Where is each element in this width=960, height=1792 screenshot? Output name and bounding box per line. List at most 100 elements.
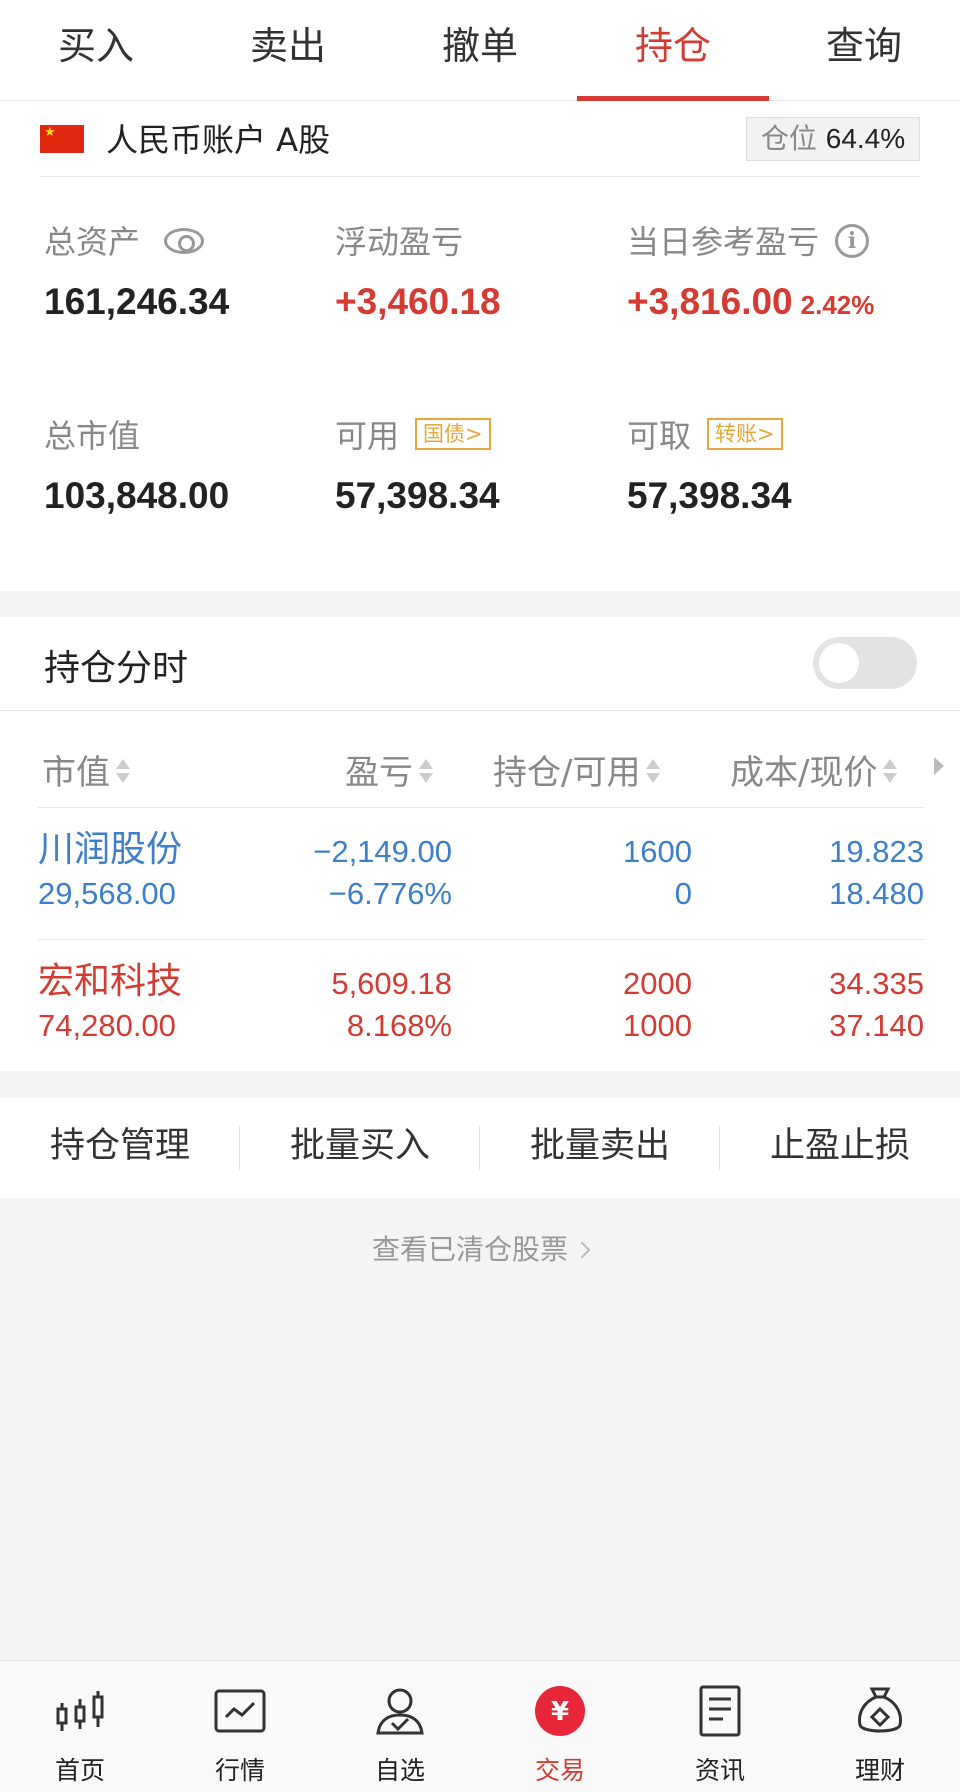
daily-pl-stat: 当日参考盈亏 i +3,816.00 2.42% xyxy=(627,217,874,323)
column-label: 盈亏 xyxy=(345,753,413,793)
withdrawable-value: 57,398.34 xyxy=(627,475,792,516)
nav-trade[interactable]: ¥ 交易 xyxy=(480,1661,640,1792)
line-chart-icon xyxy=(214,1689,266,1733)
floating-pl-stat: 浮动盈亏 +3,460.18 xyxy=(335,217,501,323)
batch-sell-button[interactable]: 批量卖出 xyxy=(480,1098,720,1198)
column-profit-loss[interactable]: 盈亏 xyxy=(345,745,433,794)
stock-cost: 19.823 xyxy=(829,834,924,869)
market-value-value: 103,848.00 xyxy=(44,475,230,516)
daily-pl-percent: 2.42% xyxy=(800,290,875,320)
nav-label: 理财 xyxy=(854,1756,905,1785)
nav-market[interactable]: 行情 xyxy=(160,1661,320,1792)
stock-pl: −2,149.00 xyxy=(313,834,452,869)
available-value: 57,398.34 xyxy=(335,475,500,516)
holdings-header: 持仓分时 xyxy=(0,617,960,711)
user-icon xyxy=(376,1688,424,1735)
tab-sell[interactable]: 卖出 xyxy=(192,0,384,101)
stock-price: 18.480 xyxy=(829,876,924,911)
total-assets-value: 161,246.34 xyxy=(44,281,230,322)
available-label: 可用 xyxy=(335,417,400,455)
candlestick-icon xyxy=(56,1691,104,1731)
market-value-stat: 总市值 103,848.00 xyxy=(44,411,229,517)
stock-available: 0 xyxy=(674,876,692,911)
position-label: 仓位 xyxy=(760,122,817,155)
market-value-label: 总市值 xyxy=(44,417,141,455)
column-holding-available[interactable]: 持仓/可用 xyxy=(493,745,661,794)
column-label: 持仓/可用 xyxy=(493,753,641,793)
sort-icon xyxy=(116,757,130,787)
stock-pl-percent: 8.168% xyxy=(346,1008,452,1043)
tab-query[interactable]: 查询 xyxy=(768,0,960,101)
nav-wealth[interactable]: 理财 xyxy=(800,1661,960,1792)
account-summary: 人民币账户 A股 仓位 64.4% 总资产 161,246.34 浮动盈亏 +3… xyxy=(0,101,960,591)
stock-pl: 5,609.18 xyxy=(331,966,452,1001)
nav-label: 资讯 xyxy=(694,1756,745,1785)
daily-pl-label: 当日参考盈亏 xyxy=(627,223,820,261)
bottom-navigation: 首页 行情 自选 ¥ 交易 资讯 理财 xyxy=(0,1660,960,1792)
stock-price: 37.140 xyxy=(829,1008,924,1043)
stock-pl-percent: −6.776% xyxy=(328,876,452,911)
holdings-title: 持仓分时 xyxy=(44,648,189,689)
stock-market-value: 74,280.00 xyxy=(38,1008,176,1043)
nav-label: 行情 xyxy=(214,1756,265,1785)
floating-pl-label: 浮动盈亏 xyxy=(335,223,464,261)
account-name: 人民币账户 A股 xyxy=(106,121,331,159)
position-value: 64.4% xyxy=(825,123,906,154)
sort-icon xyxy=(419,757,433,787)
position-ratio-badge: 仓位 64.4% xyxy=(746,117,920,161)
yen-coin-icon: ¥ xyxy=(535,1686,585,1736)
stock-cost: 34.335 xyxy=(829,966,924,1001)
tab-buy[interactable]: 买入 xyxy=(0,0,192,101)
svg-text:¥: ¥ xyxy=(551,1697,569,1727)
chevron-right-icon xyxy=(573,1241,591,1259)
stock-name: 宏和科技 xyxy=(38,961,183,1002)
china-flag-icon xyxy=(40,123,84,153)
withdrawable-label: 可取 xyxy=(627,417,692,455)
column-market-value[interactable]: 市值 xyxy=(42,745,130,794)
sort-icon xyxy=(883,757,898,787)
available-stat: 可用 国债> 57,398.34 xyxy=(335,411,500,517)
withdrawable-stat: 可取 转账> 57,398.34 xyxy=(627,411,792,517)
nav-news[interactable]: 资讯 xyxy=(640,1661,800,1792)
more-columns-icon[interactable] xyxy=(934,757,944,775)
nav-label: 首页 xyxy=(54,1756,105,1785)
nav-watchlist[interactable]: 自选 xyxy=(320,1661,480,1792)
table-row[interactable]: 宏和科技 74,280.00 5,609.18 8.168% 2000 1000… xyxy=(38,939,924,1071)
holdings-panel: 持仓分时 市值 盈亏 持仓/可用 成本/现价 川润股份 29,568.00 −2… xyxy=(0,617,960,1071)
view-cleared-stocks-link[interactable]: 查看已清仓股票 xyxy=(0,1228,960,1268)
column-cost-price[interactable]: 成本/现价 xyxy=(730,745,898,794)
table-row[interactable]: 川润股份 29,568.00 −2,149.00 −6.776% 1600 0 … xyxy=(38,807,924,939)
stock-available: 1000 xyxy=(623,1008,692,1043)
account-row[interactable]: 人民币账户 A股 仓位 64.4% xyxy=(40,101,920,177)
toggle-knob xyxy=(819,643,859,683)
tab-holdings[interactable]: 持仓 xyxy=(577,0,769,101)
stock-holding: 1600 xyxy=(623,834,692,869)
total-assets-stat: 总资产 161,246.34 xyxy=(44,217,229,323)
total-assets-label: 总资产 xyxy=(44,223,141,261)
floating-pl-value: +3,460.18 xyxy=(335,281,501,322)
stop-profit-loss-button[interactable]: 止盈止损 xyxy=(720,1098,960,1198)
nav-label: 交易 xyxy=(534,1756,585,1785)
transfer-button[interactable]: 转账> xyxy=(707,418,783,450)
cleared-link-label: 查看已清仓股票 xyxy=(371,1233,568,1266)
treasury-bond-button[interactable]: 国债> xyxy=(415,418,491,450)
position-management-button[interactable]: 持仓管理 xyxy=(0,1098,240,1198)
intraday-toggle[interactable] xyxy=(813,637,917,689)
sort-icon xyxy=(646,757,661,787)
column-label: 成本/现价 xyxy=(730,753,878,793)
daily-pl-value: +3,816.00 xyxy=(627,281,793,322)
eye-icon[interactable] xyxy=(164,228,205,254)
nav-label: 自选 xyxy=(374,1756,425,1785)
money-bag-icon xyxy=(858,1687,902,1733)
batch-buy-button[interactable]: 批量买入 xyxy=(240,1098,480,1198)
stock-holding: 2000 xyxy=(623,966,692,1001)
nav-home[interactable]: 首页 xyxy=(0,1661,160,1792)
info-icon[interactable]: i xyxy=(835,224,870,258)
document-icon xyxy=(699,1685,741,1737)
stock-market-value: 29,568.00 xyxy=(38,876,176,911)
tab-cancel-order[interactable]: 撤单 xyxy=(384,0,576,101)
column-label: 市值 xyxy=(42,753,110,793)
stock-name: 川润股份 xyxy=(38,829,183,870)
holdings-action-bar: 持仓管理 批量买入 批量卖出 止盈止损 xyxy=(0,1098,960,1198)
top-tab-bar: 买入 卖出 撤单 持仓 查询 xyxy=(0,0,960,101)
